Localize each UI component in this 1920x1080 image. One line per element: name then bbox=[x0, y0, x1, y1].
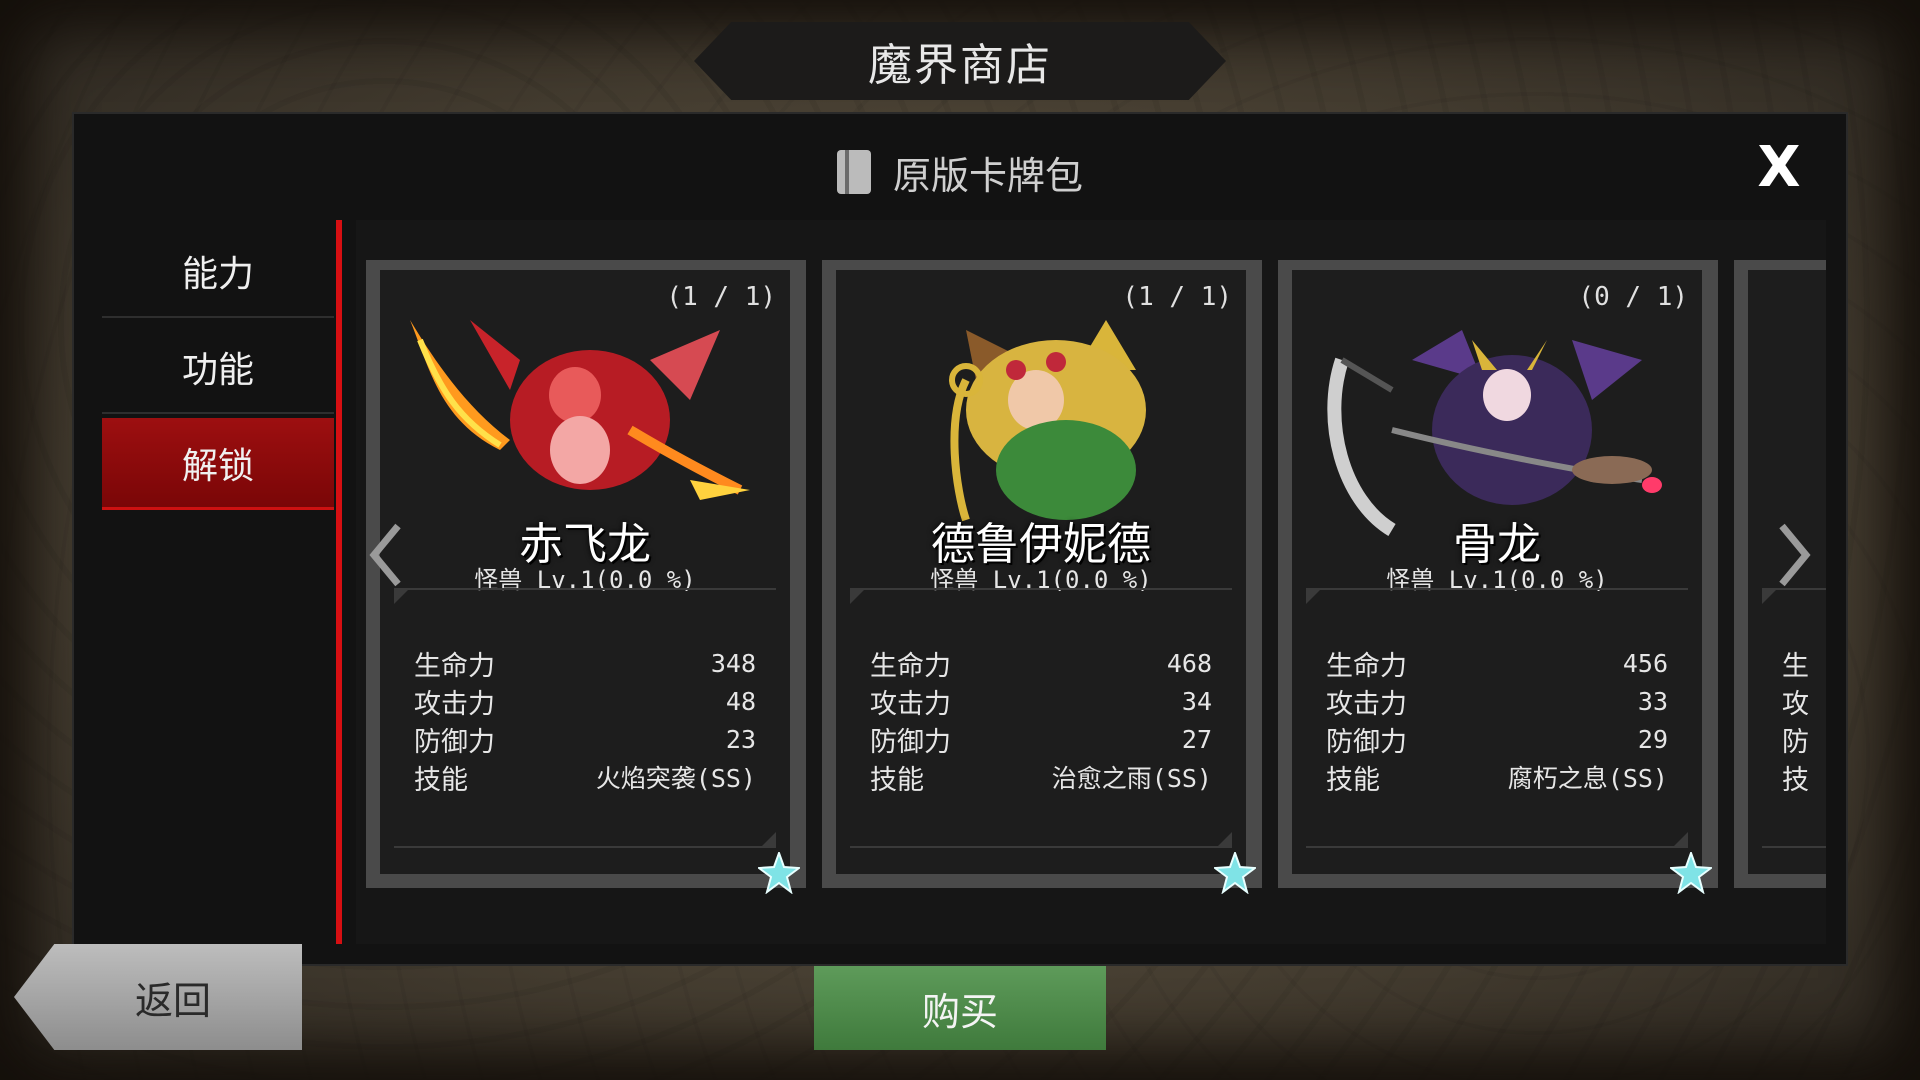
card-pack-icon bbox=[836, 150, 871, 194]
stat-box: 生命力 348 攻击力 48 防御力 23 技能 火焰突袭(SS) bbox=[394, 588, 776, 848]
buy-button[interactable]: 购买 bbox=[814, 966, 1106, 1050]
star-icon bbox=[1214, 852, 1256, 894]
stat-row: 攻击力 48 bbox=[414, 684, 756, 720]
stat-row: 技 bbox=[1782, 760, 1826, 796]
card-body: (0 / 1) 骨龙 怪兽 Lv.1(0.0 %) 生命力 456 攻击力 33… bbox=[1292, 270, 1712, 894]
pack-title-bar: 原版卡牌包 bbox=[74, 142, 1846, 202]
card-count: (1 / 1) bbox=[666, 282, 776, 312]
stat-row: 生命力 468 bbox=[870, 646, 1212, 682]
card-body: (1 / 1) 德鲁伊妮德 怪兽 Lv.1(0.0 %) 生命力 468 攻击力… bbox=[836, 270, 1256, 894]
shop-panel: 原版卡牌包 X 能力 功能 解锁 (1 / 1) 赤飞龙 怪兽 Lv.1(0.0… bbox=[72, 112, 1848, 966]
title-banner: 魔界商店 bbox=[694, 22, 1226, 100]
stat-label: 技能 bbox=[414, 764, 468, 796]
stat-row: 技能 治愈之雨(SS) bbox=[870, 760, 1212, 796]
stat-row: 生命力 456 bbox=[1326, 646, 1668, 682]
close-button[interactable]: X bbox=[1748, 135, 1810, 200]
stat-row: 技能 腐朽之息(SS) bbox=[1326, 760, 1668, 796]
stat-label: 生命力 bbox=[870, 650, 951, 682]
stat-label: 攻击力 bbox=[1326, 688, 1407, 720]
stat-value: 468 bbox=[1166, 648, 1212, 678]
stat-label: 技能 bbox=[870, 764, 924, 796]
sidebar-item-function[interactable]: 功能 bbox=[102, 322, 334, 414]
page-title: 魔界商店 bbox=[868, 40, 1052, 91]
back-button[interactable]: 返回 bbox=[14, 944, 302, 1050]
stat-value: 火焰突袭(SS) bbox=[595, 764, 756, 793]
stat-value: 27 bbox=[1181, 724, 1212, 754]
bone-dragon-icon bbox=[1312, 300, 1692, 540]
stat-label: 攻击力 bbox=[870, 688, 951, 720]
sidebar-divider bbox=[336, 220, 342, 944]
stat-box: 生命力 456 攻击力 33 防御力 29 技能 腐朽之息(SS) bbox=[1306, 588, 1688, 848]
stat-row: 防 bbox=[1782, 722, 1826, 758]
stat-label: 攻 bbox=[1782, 688, 1809, 720]
stat-label: 生命力 bbox=[1326, 650, 1407, 682]
stat-row: 技能 火焰突袭(SS) bbox=[414, 760, 756, 796]
chevron-right-icon[interactable] bbox=[1774, 520, 1814, 590]
stat-value: 腐朽之息(SS) bbox=[1507, 764, 1668, 793]
stat-label: 防御力 bbox=[870, 726, 951, 758]
stat-row: 攻击力 33 bbox=[1326, 684, 1668, 720]
sidebar: 能力 功能 解锁 bbox=[102, 226, 334, 624]
stat-row: 生 bbox=[1782, 646, 1826, 682]
star-icon bbox=[758, 852, 800, 894]
stat-box: 生命力 468 攻击力 34 防御力 27 技能 治愈之雨(SS) bbox=[850, 588, 1232, 848]
stat-value: 29 bbox=[1637, 724, 1668, 754]
stat-label: 技 bbox=[1782, 764, 1809, 796]
stat-label: 防 bbox=[1782, 726, 1809, 758]
stat-row: 防御力 27 bbox=[870, 722, 1212, 758]
stat-value: 23 bbox=[725, 724, 756, 754]
sidebar-item-unlock[interactable]: 解锁 bbox=[102, 418, 334, 510]
stat-value: 456 bbox=[1622, 648, 1668, 678]
red-dragon-girl-icon bbox=[400, 300, 780, 540]
stat-row: 攻 bbox=[1782, 684, 1826, 720]
stat-row: 防御力 23 bbox=[414, 722, 756, 758]
star-icon bbox=[1670, 852, 1712, 894]
stat-value: 348 bbox=[710, 648, 756, 678]
card-druid[interactable]: (1 / 1) 德鲁伊妮德 怪兽 Lv.1(0.0 %) 生命力 468 攻击力… bbox=[822, 260, 1262, 894]
stat-label: 防御力 bbox=[414, 726, 495, 758]
sidebar-item-ability[interactable]: 能力 bbox=[102, 226, 334, 318]
card-bone-dragon[interactable]: (0 / 1) 骨龙 怪兽 Lv.1(0.0 %) 生命力 456 攻击力 33… bbox=[1278, 260, 1718, 894]
chevron-left-icon[interactable] bbox=[366, 520, 406, 590]
stat-value: 48 bbox=[725, 686, 756, 716]
stat-row: 防御力 29 bbox=[1326, 722, 1668, 758]
stat-label: 攻击力 bbox=[414, 688, 495, 720]
card-red-dragon[interactable]: (1 / 1) 赤飞龙 怪兽 Lv.1(0.0 %) 生命力 348 攻击力 4… bbox=[366, 260, 806, 894]
stat-value: 33 bbox=[1637, 686, 1668, 716]
stat-row: 生命力 348 bbox=[414, 646, 756, 682]
stat-label: 技能 bbox=[1326, 764, 1380, 796]
stat-value: 治愈之雨(SS) bbox=[1051, 764, 1212, 793]
card-carousel: (1 / 1) 赤飞龙 怪兽 Lv.1(0.0 %) 生命力 348 攻击力 4… bbox=[356, 220, 1826, 944]
card-body: (1 / 1) 赤飞龙 怪兽 Lv.1(0.0 %) 生命力 348 攻击力 4… bbox=[380, 270, 800, 894]
pack-title: 原版卡牌包 bbox=[892, 153, 1083, 198]
stat-row: 攻击力 34 bbox=[870, 684, 1212, 720]
stat-label: 生 bbox=[1782, 650, 1809, 682]
card-count: (0 / 1) bbox=[1578, 282, 1688, 312]
stat-label: 防御力 bbox=[1326, 726, 1407, 758]
card-count: (1 / 1) bbox=[1122, 282, 1232, 312]
stat-value: 34 bbox=[1181, 686, 1212, 716]
druid-girl-icon bbox=[856, 300, 1236, 540]
stat-box: 生 攻 防 技 bbox=[1762, 588, 1826, 848]
stat-label: 生命力 bbox=[414, 650, 495, 682]
